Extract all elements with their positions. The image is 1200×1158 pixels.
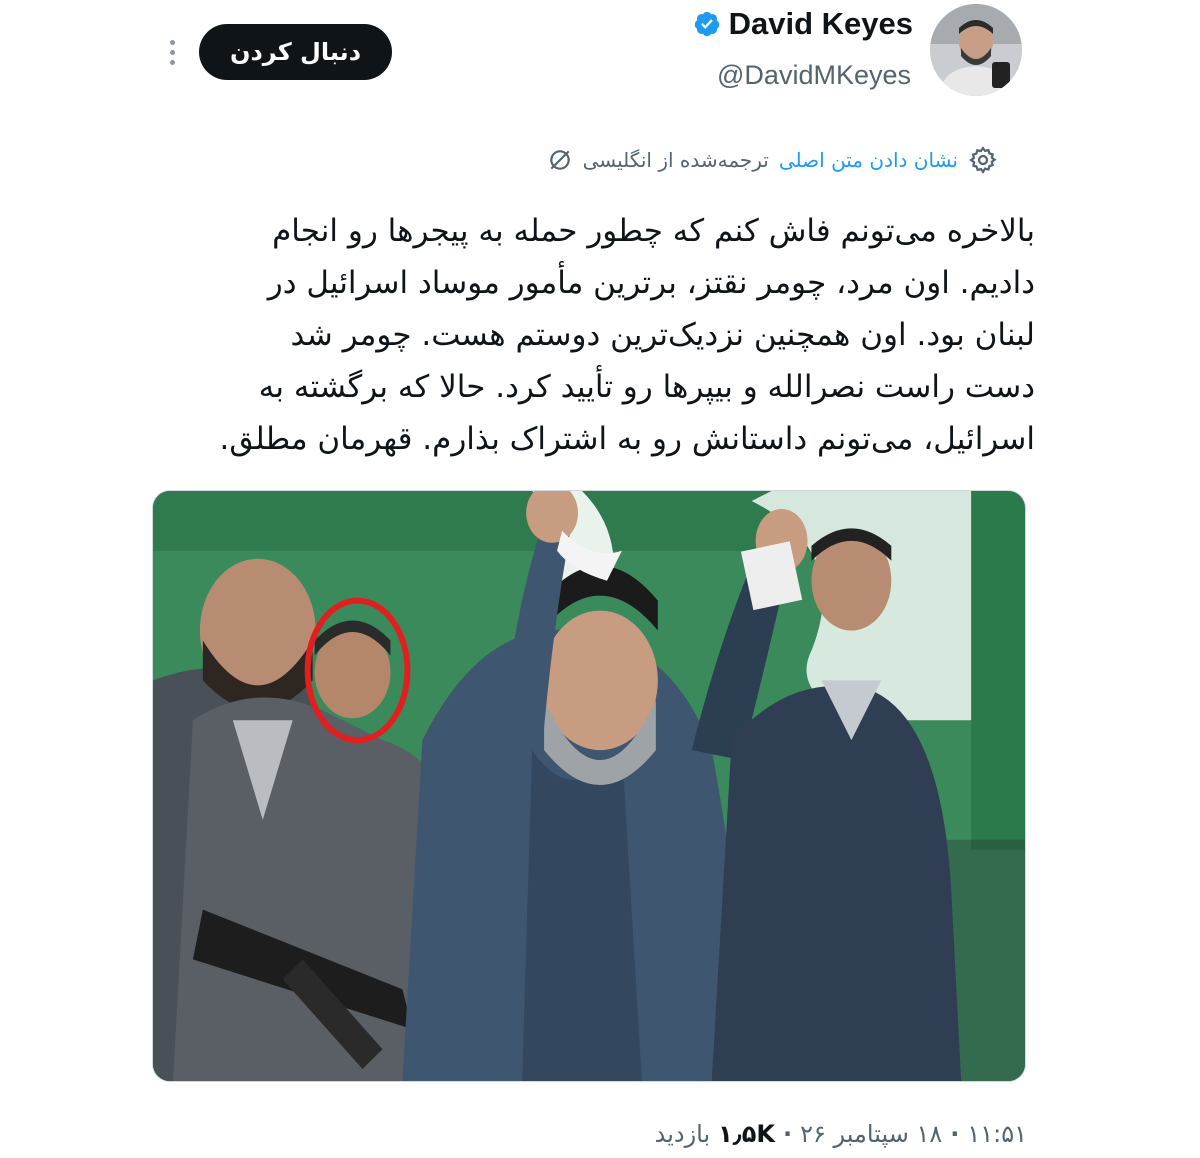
separator-dot: · xyxy=(950,1120,960,1148)
tweet-line: بالاخره می‌تونم فاش کنم که چطور حمله به … xyxy=(272,213,1035,249)
translated-from-label: ترجمه‌شده از انگلیسی xyxy=(582,148,769,172)
tweet-line: لبنان بود. اون همچنین نزدیک‌ترین دوستم ه… xyxy=(290,317,1035,353)
tweet-line: دست راست نصرالله و بیپرها رو تأیید کرد. … xyxy=(258,369,1035,405)
views-label: بازدید xyxy=(654,1120,711,1148)
display-name-text: David Keyes xyxy=(728,6,913,41)
more-options-icon[interactable] xyxy=(160,30,184,74)
user-handle[interactable]: @DavidMKeyes xyxy=(717,60,911,91)
tweet-time[interactable]: ۱۱:۵۱ xyxy=(967,1120,1027,1148)
tweet-line: دادیم. اون مرد، چومر نقتز، برترین مأمور … xyxy=(267,265,1035,301)
follow-button[interactable]: دنبال کردن xyxy=(199,24,392,80)
tweet-text: بالاخره می‌تونم فاش کنم که چطور حمله به … xyxy=(150,205,1035,465)
tweet-date[interactable]: ۱۸ سپتامبر ۲۶ xyxy=(800,1120,942,1148)
display-name[interactable]: David Keyes xyxy=(693,6,913,42)
translate-icon xyxy=(549,150,570,170)
separator-dot: · xyxy=(783,1120,793,1148)
show-original-link[interactable]: نشان دادن متن اصلی xyxy=(779,148,958,172)
avatar[interactable] xyxy=(930,4,1022,96)
views-count: ۱٫۵K xyxy=(718,1120,776,1148)
verified-badge-icon xyxy=(694,11,719,37)
tweet-meta: ۱۱:۵۱ · ۱۸ سپتامبر ۲۶ · ۱٫۵K بازدید xyxy=(655,1120,1027,1148)
tweet-photo[interactable] xyxy=(152,490,1026,1082)
settings-gear-icon[interactable] xyxy=(968,145,998,175)
translation-bar: ترجمه‌شده از انگلیسی نشان دادن متن اصلی xyxy=(547,142,998,178)
tweet-line: اسرائیل، می‌تونم داستانش رو به اشتراک بذ… xyxy=(219,421,1035,457)
